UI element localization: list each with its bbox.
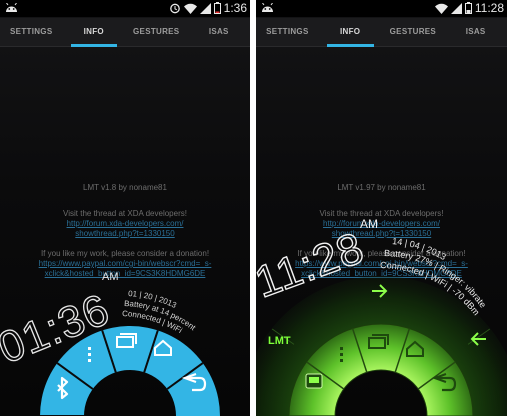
pie-ampm: AM (102, 271, 119, 283)
pie-lmt-label: LMT (268, 335, 291, 347)
menu-icon[interactable] (88, 347, 91, 362)
menu-icon[interactable] (340, 347, 343, 362)
pie-control: LMT 11:28 AM 14 | 04 | 2013 Battery 27% … (256, 217, 507, 416)
right-screenshot: 11:28 SETTINGS INFO GESTURES ISAS LMT v1… (256, 0, 507, 416)
pie-ampm: AM (360, 217, 378, 231)
left-screenshot: 1:36 SETTINGS INFO GESTURES ISAS LMT v1.… (0, 0, 250, 416)
pie-control: 01:36 AM 01 | 20 | 2013 Battery at 14 pe… (0, 271, 220, 416)
screenshot-icon[interactable] (305, 373, 323, 389)
